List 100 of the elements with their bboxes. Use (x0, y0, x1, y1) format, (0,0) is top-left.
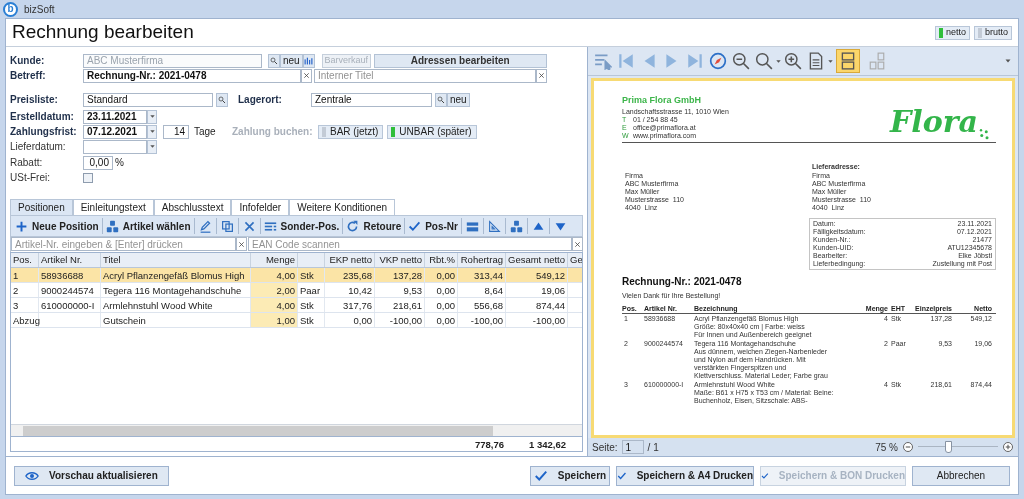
ean-code-field[interactable]: EAN Code scannen (248, 237, 572, 251)
table-row[interactable]: 2 9000244574 Tegera 116 Montagehandschuhe 2,00 Paar 10,42 9,53 0,00 8,64 19,06 (11, 283, 582, 298)
search-button[interactable] (216, 92, 228, 107)
bar-chart-icon (304, 56, 314, 65)
table-cell: 9000244574 (39, 283, 101, 297)
zoom-out-icon[interactable] (902, 441, 914, 453)
up-arrow-icon[interactable] (532, 219, 545, 233)
tray-icon[interactable] (466, 219, 479, 233)
column-header[interactable]: Gesamt netto (506, 253, 568, 267)
return-button[interactable]: Retoure (345, 217, 403, 235)
page-icon (839, 52, 857, 70)
single-page-view-button[interactable] (836, 49, 860, 73)
price-mode-toggle[interactable]: netto (934, 25, 970, 40)
compass-icon[interactable] (709, 52, 727, 70)
price-mode-toggle[interactable]: brutto (974, 25, 1012, 40)
table-cell: 610000000-I (39, 298, 101, 312)
dropdown-button[interactable] (147, 124, 157, 139)
column-header[interactable]: Artikel Nr. (39, 253, 101, 267)
field-label: USt-Frei: (10, 171, 51, 185)
horizontal-scrollbar[interactable] (11, 424, 582, 436)
column-header[interactable]: Ge (568, 253, 582, 267)
new-button[interactable]: neu (447, 92, 470, 107)
table-row[interactable]: 1 58936688 Acryl Pflanzengefäß Blomus High 4,00 Stk 235,68 137,28 0,00 313,44 549,12 (11, 268, 582, 283)
table-row[interactable]: 3 610000000-I Armlehnstuhl Wood White 4,00 Stk 317,76 218,61 0,00 556,68 874,44 (11, 298, 582, 313)
column-header[interactable]: VKP netto (375, 253, 425, 267)
date-field[interactable] (83, 139, 147, 154)
pencil-icon[interactable] (198, 219, 212, 233)
dropdown-button[interactable] (147, 139, 157, 154)
table-cell: -100,00 (458, 313, 506, 327)
table-cell: 2 (11, 283, 39, 297)
date-field[interactable]: 23.11.2021 (83, 109, 147, 124)
warehouse-field[interactable]: Zentrale (311, 92, 432, 107)
caret-icon[interactable] (1004, 57, 1012, 65)
page-total: / 1 (647, 440, 659, 455)
footer-button[interactable]: Speichern & A4 Drucken (616, 465, 754, 486)
search-button[interactable] (435, 92, 447, 107)
cubes-icon[interactable] (510, 219, 523, 233)
zoom-in-icon[interactable] (784, 52, 802, 70)
delete-icon[interactable] (242, 219, 256, 233)
caret-icon[interactable] (827, 57, 834, 65)
table-cell: 313,44 (458, 268, 506, 282)
column-header[interactable]: Titel (101, 253, 251, 267)
clear-button[interactable] (536, 68, 547, 83)
list-icon (263, 219, 277, 233)
tab[interactable]: Weitere Konditionen (289, 199, 396, 215)
copy-icon[interactable] (220, 219, 234, 233)
column-header[interactable]: Pos. (11, 253, 39, 267)
table-cell: -100,00 (506, 313, 568, 327)
internal-title-field[interactable]: Interner Titel (314, 68, 536, 83)
column-header[interactable]: Rbt.% (425, 253, 458, 267)
column-header[interactable]: EKP netto (325, 253, 375, 267)
price-list-field[interactable]: Standard (83, 92, 213, 107)
tab[interactable]: Abschlusstext (153, 199, 232, 215)
choose-article-button[interactable]: Artikel wählen (104, 217, 192, 235)
refresh-preview-button[interactable]: Vorschau aktualisieren (14, 465, 169, 486)
zoom-slider[interactable] (918, 441, 998, 453)
table-row[interactable]: Abzug Gutschein 1,00 Stk 0,00 -100,00 0,00 -100,00 -100,00 (11, 313, 582, 328)
search-button[interactable] (268, 53, 280, 68)
zoom-out-icon[interactable] (732, 52, 750, 70)
column-header[interactable]: Rohertrag (458, 253, 506, 267)
cubes-icon (105, 219, 119, 233)
column-header[interactable]: Menge (251, 253, 298, 267)
total-value: 778,76 (473, 438, 505, 451)
table-cell: 317,76 (325, 298, 375, 312)
select-list-icon[interactable] (594, 52, 612, 70)
table-cell: Acryl Pflanzengefäß Blomus High (101, 268, 251, 282)
tab[interactable]: Positionen (10, 199, 73, 215)
checkbox[interactable] (83, 172, 93, 183)
clear-button[interactable] (301, 68, 312, 83)
add-position-button[interactable]: Neue Position (14, 217, 100, 235)
slider-thumb[interactable] (945, 441, 953, 453)
zoom-icon[interactable] (755, 52, 773, 70)
percent-sign: % (115, 156, 124, 170)
tab[interactable]: Infofelder (231, 199, 290, 215)
table-cell: 218,61 (375, 298, 425, 312)
days-field[interactable]: 14 (163, 124, 189, 139)
caret-icon[interactable] (775, 57, 782, 65)
page-number-field[interactable]: 1 (621, 440, 644, 454)
clear-button[interactable] (236, 237, 247, 251)
position-number-button[interactable]: Pos-Nr (407, 217, 459, 235)
dropdown-button[interactable] (147, 109, 157, 124)
document-icon[interactable] (807, 52, 825, 70)
tab[interactable]: Einleitungstext (72, 199, 154, 215)
ruler-icon[interactable] (488, 219, 501, 233)
subject-field[interactable]: Rechnung-Nr.: 2021-0478 (83, 68, 301, 83)
special-position-button[interactable]: Sonder-Pos. (262, 217, 341, 235)
field-label: Zahlungsfrist: (10, 125, 78, 139)
footer-button[interactable]: Speichern (530, 465, 610, 486)
clear-button[interactable] (572, 237, 583, 251)
field-label: Lagerort: (238, 93, 283, 107)
discount-field[interactable]: 0,00 (83, 155, 113, 170)
table-cell: 0,00 (425, 283, 458, 297)
footer-button[interactable]: Abbrechen (912, 465, 1010, 486)
table-cell: -100,00 (375, 313, 425, 327)
table-cell: 3 (11, 298, 39, 312)
article-number-field[interactable]: Artikel-Nr. eingeben & [Enter] drücken (11, 237, 236, 251)
days-unit: Tage (194, 125, 217, 139)
zoom-in-icon[interactable] (1002, 441, 1014, 453)
field-label: Zahlung buchen: (232, 125, 314, 139)
date-field[interactable]: 07.12.2021 (83, 124, 147, 139)
